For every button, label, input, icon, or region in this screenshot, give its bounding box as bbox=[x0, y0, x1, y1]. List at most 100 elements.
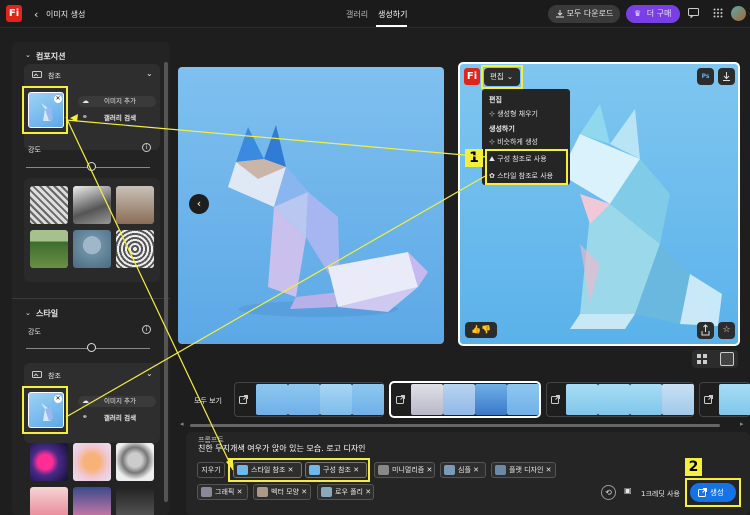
filmstrip-thumbnail[interactable] bbox=[256, 384, 288, 415]
clear-tags-button[interactable]: 지우기 bbox=[197, 462, 225, 478]
chevron-down-icon[interactable]: ⌄ bbox=[146, 69, 153, 78]
low-poly-fox-image bbox=[228, 125, 428, 317]
remove-chip-icon[interactable]: ✕ bbox=[546, 466, 552, 474]
image-reference-icon bbox=[32, 71, 42, 78]
remove-chip-icon[interactable]: ✕ bbox=[426, 466, 432, 474]
download-all-button[interactable]: 모두 다운로드 bbox=[548, 5, 620, 23]
chip-minimalism[interactable]: 미니멀리즘 ✕ bbox=[374, 462, 435, 478]
preset-thumbnail[interactable] bbox=[73, 443, 111, 481]
style-strength-slider[interactable] bbox=[87, 343, 96, 352]
crown-icon: ♛ bbox=[634, 9, 642, 18]
preset-thumbnail[interactable] bbox=[116, 230, 154, 268]
remove-chip-icon[interactable]: ✕ bbox=[365, 488, 371, 496]
prompt-input[interactable]: 친한 무지개색 여우가 앉아 있는 모습. 로고 디자인 bbox=[198, 443, 366, 454]
preset-thumbnail[interactable] bbox=[30, 487, 68, 515]
open-icon[interactable] bbox=[396, 395, 405, 404]
previous-image-button[interactable]: ‹ bbox=[189, 194, 209, 214]
filmstrip-thumbnail[interactable] bbox=[598, 384, 630, 415]
filmstrip-thumbnail[interactable] bbox=[443, 384, 475, 415]
apps-grid-icon[interactable] bbox=[713, 8, 723, 18]
filmstrip-thumbnail[interactable] bbox=[630, 384, 662, 415]
tag-thumbnail bbox=[378, 465, 389, 475]
info-icon[interactable]: i bbox=[142, 143, 151, 152]
open-icon[interactable] bbox=[704, 395, 713, 404]
filmstrip-thumbnail[interactable] bbox=[320, 384, 352, 415]
remove-chip-icon[interactable]: ✕ bbox=[237, 488, 243, 496]
chevron-down-icon[interactable]: ⌄ bbox=[146, 369, 153, 378]
composition-strength-slider[interactable] bbox=[87, 162, 96, 171]
style-reference-label: 참조 bbox=[48, 372, 61, 380]
single-view-icon[interactable] bbox=[720, 352, 734, 366]
add-image-button[interactable]: 이미지 추가 bbox=[78, 396, 156, 407]
scroll-left-icon[interactable]: ◂ bbox=[180, 420, 184, 428]
filmstrip-thumbnail[interactable] bbox=[662, 384, 694, 415]
thumbs-down-icon[interactable]: 👎 bbox=[481, 325, 491, 334]
preset-thumbnail[interactable] bbox=[116, 186, 154, 224]
info-icon[interactable]: i bbox=[142, 325, 151, 334]
chip-vector-look[interactable]: 벡터 모양 ✕ bbox=[253, 484, 311, 500]
collapse-chevron-icon[interactable]: ⌄ bbox=[25, 51, 31, 59]
buy-more-button[interactable]: ♛ 더 구매 bbox=[626, 5, 680, 23]
filmstrip-thumbnail[interactable] bbox=[507, 384, 539, 415]
gallery-search-button[interactable]: 갤러리 검색 bbox=[78, 413, 156, 424]
composition-strength-label: 강도 bbox=[28, 146, 41, 154]
favorite-star-icon[interactable]: ☆ bbox=[718, 322, 735, 339]
highlight-reference-options bbox=[485, 149, 568, 185]
chip-label: 플랫 디자인 bbox=[509, 466, 544, 474]
preset-thumbnail[interactable] bbox=[116, 487, 154, 515]
filmstrip-thumbnail[interactable] bbox=[719, 384, 750, 415]
binoculars-icon: ⚭ bbox=[82, 413, 88, 421]
menu-section-generate: 생성하기 bbox=[489, 125, 515, 133]
scroll-right-icon[interactable]: ▸ bbox=[740, 420, 744, 428]
open-icon[interactable] bbox=[551, 395, 560, 404]
preset-thumbnail[interactable] bbox=[30, 186, 68, 224]
view-all-link[interactable]: 모두 보기 bbox=[194, 396, 222, 406]
back-icon[interactable]: ‹ bbox=[34, 8, 38, 21]
menu-item-generative-fill[interactable]: ⊹ 생성형 채우기 bbox=[489, 109, 538, 119]
credit-icon: ▣ bbox=[624, 486, 632, 495]
preset-thumbnail[interactable] bbox=[73, 230, 111, 268]
buy-more-label: 더 구매 bbox=[646, 9, 672, 18]
gallery-search-label: 갤러리 검색 bbox=[103, 414, 137, 422]
collapse-chevron-icon[interactable]: ⌄ bbox=[25, 309, 31, 317]
preset-thumbnail[interactable] bbox=[116, 443, 154, 481]
share-button[interactable] bbox=[697, 322, 714, 339]
history-icon[interactable]: ⟲ bbox=[601, 485, 616, 500]
tab-gallery[interactable]: 갤러리 bbox=[346, 9, 368, 20]
filmstrip-thumbnail[interactable] bbox=[288, 384, 320, 415]
style-heading: 스타일 bbox=[36, 309, 59, 318]
avatar[interactable] bbox=[731, 6, 746, 21]
firefly-logo[interactable]: Fi bbox=[6, 5, 22, 22]
grid-view-icon[interactable] bbox=[697, 354, 707, 364]
gallery-search-label: 갤러리 검색 bbox=[103, 114, 137, 122]
chip-flat-design[interactable]: 플랫 디자인 ✕ bbox=[491, 462, 556, 478]
menu-section-edit: 편집 bbox=[489, 96, 502, 104]
chip-low-poly[interactable]: 로우 폴리 ✕ bbox=[317, 484, 374, 500]
menu-item-generate-similar[interactable]: ⊹ 비슷하게 생성 bbox=[489, 137, 538, 147]
filmstrip-thumbnail[interactable] bbox=[411, 384, 443, 415]
add-image-button[interactable]: 이미지 추가 bbox=[78, 96, 156, 107]
tag-thumbnail bbox=[201, 487, 212, 497]
filmstrip-scrollbar[interactable] bbox=[190, 424, 720, 427]
preset-thumbnail[interactable] bbox=[30, 230, 68, 268]
filmstrip-thumbnail[interactable] bbox=[352, 384, 384, 415]
preset-thumbnail[interactable] bbox=[30, 443, 68, 481]
photoshop-icon[interactable]: Ps bbox=[697, 68, 714, 85]
chip-simple[interactable]: 심플 ✕ bbox=[440, 462, 486, 478]
generated-image-1[interactable] bbox=[178, 67, 444, 344]
similar-icon: ⊹ bbox=[489, 138, 495, 146]
open-icon[interactable] bbox=[239, 395, 248, 404]
thumbs-up-icon[interactable]: 👍 bbox=[471, 325, 481, 334]
filmstrip-thumbnail[interactable] bbox=[475, 384, 507, 415]
remove-chip-icon[interactable]: ✕ bbox=[301, 488, 307, 496]
filmstrip-thumbnail[interactable] bbox=[566, 384, 598, 415]
tab-generate[interactable]: 생성하기 bbox=[378, 9, 407, 20]
gallery-search-button[interactable]: 갤러리 검색 bbox=[78, 113, 156, 124]
remove-chip-icon[interactable]: ✕ bbox=[473, 466, 479, 474]
sidebar-scrollbar[interactable] bbox=[164, 62, 168, 502]
preset-thumbnail[interactable] bbox=[73, 487, 111, 515]
chip-graphic[interactable]: 그래픽 ✕ bbox=[197, 484, 248, 500]
preset-thumbnail[interactable] bbox=[73, 186, 111, 224]
chat-icon[interactable] bbox=[688, 8, 699, 18]
download-image-button[interactable] bbox=[718, 68, 735, 85]
